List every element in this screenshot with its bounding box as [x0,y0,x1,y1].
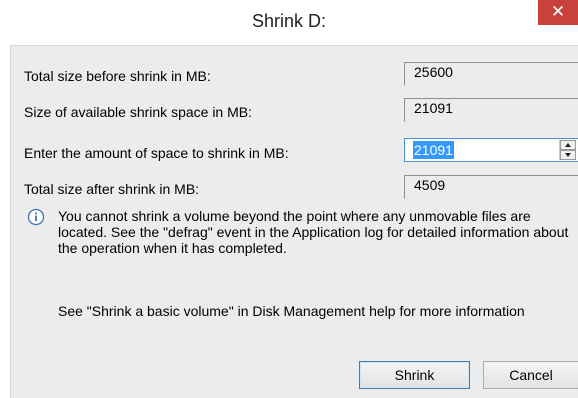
help-message: See "Shrink a basic volume" in Disk Mana… [58,303,525,319]
amount-label: Enter the amount of space to shrink in M… [24,145,289,161]
close-button[interactable]: ✕ [538,0,578,25]
available-label: Size of available shrink space in MB: [24,104,252,120]
shrink-dialog: Shrink D: ✕ Total size before shrink in … [0,0,578,398]
title-bar[interactable]: Shrink D: ✕ [0,0,578,44]
total-after-value: 4509 [404,175,578,199]
cancel-button[interactable]: Cancel [483,361,578,389]
spin-up-button[interactable] [560,140,576,150]
total-before-label: Total size before shrink in MB: [24,68,211,84]
shrink-amount-input[interactable] [413,141,533,159]
close-icon: ✕ [550,2,566,22]
shrink-button[interactable]: Shrink [359,361,470,389]
dialog-body: Total size before shrink in MB: 25600 Si… [10,45,578,398]
arrow-up-icon [565,143,571,147]
spin-down-button[interactable] [560,150,576,160]
shrink-amount-stepper[interactable]: 21091 [404,138,578,162]
total-before-value: 25600 [404,62,578,86]
total-after-label: Total size after shrink in MB: [24,181,200,197]
info-message: You cannot shrink a volume beyond the po… [58,208,569,256]
spin-buttons [559,140,576,160]
available-value: 21091 [404,98,578,122]
info-icon [27,208,45,226]
arrow-down-icon [565,153,571,157]
window-title: Shrink D: [251,11,327,31]
